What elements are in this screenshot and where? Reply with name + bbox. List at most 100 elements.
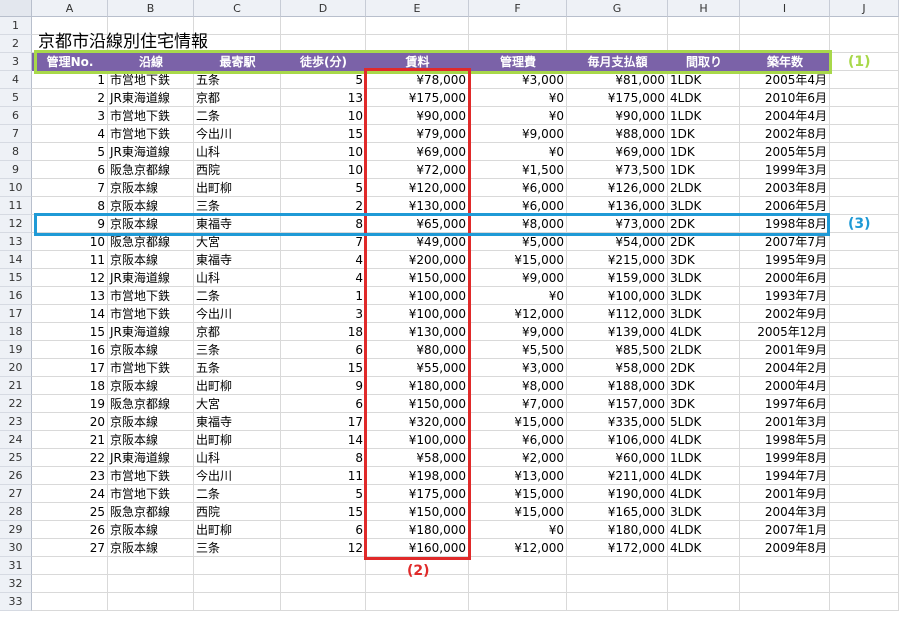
data-cell[interactable]: 9 <box>281 377 366 395</box>
data-cell[interactable]: 2001年3月 <box>740 413 830 431</box>
data-cell[interactable]: ¥88,000 <box>567 125 668 143</box>
data-cell[interactable]: 1LDK <box>668 107 740 125</box>
data-cell[interactable]: 西院 <box>194 161 281 179</box>
data-cell[interactable]: 14 <box>32 305 108 323</box>
data-cell[interactable]: ¥130,000 <box>366 197 469 215</box>
data-cell[interactable]: ¥15,000 <box>469 251 567 269</box>
data-cell[interactable]: 2003年8月 <box>740 179 830 197</box>
data-cell[interactable]: ¥1,500 <box>469 161 567 179</box>
data-cell[interactable]: 2LDK <box>668 179 740 197</box>
data-cell[interactable]: 1994年7月 <box>740 467 830 485</box>
data-cell[interactable]: 15 <box>281 359 366 377</box>
data-cell[interactable]: 京阪本線 <box>108 341 194 359</box>
column-header-g[interactable]: G <box>567 0 668 17</box>
empty-cell[interactable] <box>469 17 567 35</box>
data-cell[interactable]: ¥69,000 <box>567 143 668 161</box>
row-header[interactable]: 18 <box>0 323 32 341</box>
data-cell[interactable]: ¥6,000 <box>469 197 567 215</box>
empty-cell[interactable] <box>830 323 899 341</box>
data-cell[interactable]: ¥12,000 <box>469 539 567 557</box>
data-cell[interactable]: ¥172,000 <box>567 539 668 557</box>
data-cell[interactable]: 2005年4月 <box>740 71 830 89</box>
data-cell[interactable]: ¥100,000 <box>366 287 469 305</box>
row-header[interactable]: 32 <box>0 575 32 593</box>
data-cell[interactable]: 2DK <box>668 233 740 251</box>
data-cell[interactable]: ¥150,000 <box>366 503 469 521</box>
data-cell[interactable]: ¥139,000 <box>567 323 668 341</box>
data-cell[interactable]: 三条 <box>194 197 281 215</box>
data-cell[interactable]: 今出川 <box>194 467 281 485</box>
row-header[interactable]: 24 <box>0 431 32 449</box>
empty-cell[interactable] <box>740 35 830 53</box>
empty-cell[interactable] <box>469 575 567 593</box>
data-cell[interactable]: ¥150,000 <box>366 395 469 413</box>
data-cell[interactable]: 1995年9月 <box>740 251 830 269</box>
row-header[interactable]: 11 <box>0 197 32 215</box>
data-cell[interactable]: 2DK <box>668 359 740 377</box>
data-cell[interactable]: ¥175,000 <box>567 89 668 107</box>
data-cell[interactable]: 3DK <box>668 395 740 413</box>
data-cell[interactable]: JR東海道線 <box>108 89 194 107</box>
empty-cell[interactable] <box>830 485 899 503</box>
data-cell[interactable]: ¥9,000 <box>469 125 567 143</box>
data-cell[interactable]: ¥85,500 <box>567 341 668 359</box>
data-cell[interactable]: 17 <box>32 359 108 377</box>
data-cell[interactable]: ¥180,000 <box>567 521 668 539</box>
empty-cell[interactable] <box>830 557 899 575</box>
data-cell[interactable]: ¥3,000 <box>469 359 567 377</box>
data-cell[interactable]: ¥211,000 <box>567 467 668 485</box>
empty-cell[interactable] <box>830 341 899 359</box>
empty-cell[interactable] <box>281 575 366 593</box>
data-cell[interactable]: ¥3,000 <box>469 71 567 89</box>
row-header[interactable]: 17 <box>0 305 32 323</box>
data-cell[interactable]: ¥15,000 <box>469 485 567 503</box>
empty-cell[interactable] <box>830 521 899 539</box>
data-cell[interactable]: 二条 <box>194 485 281 503</box>
empty-cell[interactable] <box>567 575 668 593</box>
empty-cell[interactable] <box>830 251 899 269</box>
data-cell[interactable]: 3LDK <box>668 503 740 521</box>
data-cell[interactable]: 1998年5月 <box>740 431 830 449</box>
data-cell[interactable]: 1997年6月 <box>740 395 830 413</box>
data-cell[interactable]: ¥15,000 <box>469 413 567 431</box>
data-cell[interactable]: 2004年2月 <box>740 359 830 377</box>
data-cell[interactable]: ¥112,000 <box>567 305 668 323</box>
data-cell[interactable]: ¥73,000 <box>567 215 668 233</box>
data-cell[interactable]: 8 <box>32 197 108 215</box>
data-cell[interactable]: ¥90,000 <box>567 107 668 125</box>
row-header[interactable]: 9 <box>0 161 32 179</box>
data-cell[interactable]: ¥0 <box>469 89 567 107</box>
data-cell[interactable]: 市営地下鉄 <box>108 287 194 305</box>
data-cell[interactable]: 山科 <box>194 143 281 161</box>
data-cell[interactable]: 26 <box>32 521 108 539</box>
empty-cell[interactable] <box>830 125 899 143</box>
data-cell[interactable]: ¥9,000 <box>469 323 567 341</box>
data-cell[interactable]: 京阪本線 <box>108 251 194 269</box>
data-cell[interactable]: 1DK <box>668 161 740 179</box>
data-cell[interactable]: 6 <box>281 341 366 359</box>
data-cell[interactable]: 市営地下鉄 <box>108 71 194 89</box>
data-cell[interactable]: ¥72,000 <box>366 161 469 179</box>
empty-cell[interactable] <box>830 413 899 431</box>
data-cell[interactable]: 4LDK <box>668 485 740 503</box>
data-cell[interactable]: ¥106,000 <box>567 431 668 449</box>
data-cell[interactable]: 4 <box>281 269 366 287</box>
data-cell[interactable]: ¥136,000 <box>567 197 668 215</box>
data-cell[interactable]: 5 <box>281 485 366 503</box>
data-cell[interactable]: JR東海道線 <box>108 323 194 341</box>
data-cell[interactable]: 6 <box>281 521 366 539</box>
row-header[interactable]: 23 <box>0 413 32 431</box>
data-cell[interactable]: 10 <box>281 107 366 125</box>
data-cell[interactable]: ¥6,000 <box>469 431 567 449</box>
data-cell[interactable]: 市営地下鉄 <box>108 305 194 323</box>
empty-cell[interactable] <box>830 143 899 161</box>
data-cell[interactable]: 阪急京都線 <box>108 503 194 521</box>
data-cell[interactable]: 4LDK <box>668 323 740 341</box>
data-cell[interactable]: JR東海道線 <box>108 143 194 161</box>
column-header-i[interactable]: I <box>740 0 830 17</box>
data-cell[interactable]: 10 <box>281 143 366 161</box>
data-cell[interactable]: 25 <box>32 503 108 521</box>
data-cell[interactable]: 11 <box>32 251 108 269</box>
data-cell[interactable]: 2010年6月 <box>740 89 830 107</box>
header-cell[interactable]: 間取り <box>668 53 740 71</box>
